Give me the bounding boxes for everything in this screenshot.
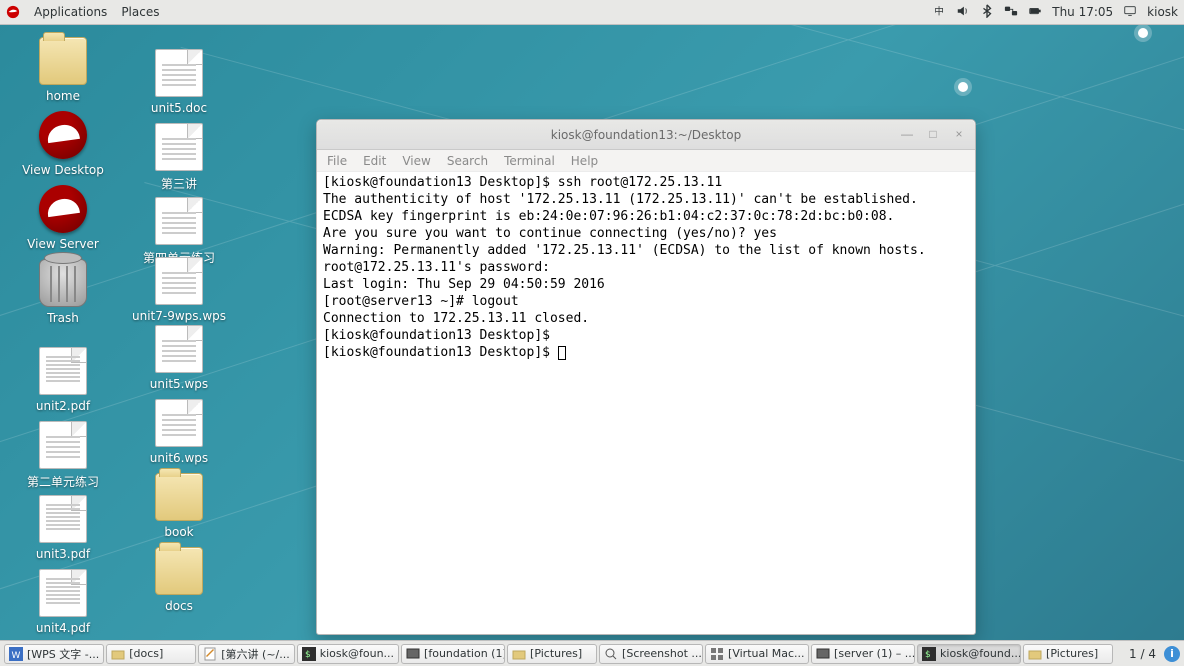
icon-label: View Server bbox=[27, 237, 99, 251]
task-label: [Screenshot ... bbox=[622, 647, 702, 660]
icon-label: book bbox=[164, 525, 193, 539]
desktop-icon-docs[interactable]: docs bbox=[130, 547, 228, 613]
task-label: kiosk@foun... bbox=[320, 647, 394, 660]
icon-label: unit2.pdf bbox=[36, 399, 90, 413]
desktop-icon-book[interactable]: book bbox=[130, 473, 228, 539]
terminal-titlebar[interactable]: kiosk@foundation13:~/Desktop — □ × bbox=[317, 120, 975, 150]
clock[interactable]: Thu 17:05 bbox=[1052, 5, 1113, 19]
icon-label: unit3.pdf bbox=[36, 547, 90, 561]
desktop-icon-unit5-wps[interactable]: unit5.wps bbox=[130, 325, 228, 391]
desktop-icon-unit7-9[interactable]: unit7-9wps.wps bbox=[130, 257, 228, 323]
icon-label: unit6.wps bbox=[150, 451, 208, 465]
task-docs[interactable]: [docs] bbox=[106, 644, 196, 664]
notification-info-icon[interactable]: i bbox=[1164, 646, 1180, 662]
task-label: [Pictures] bbox=[530, 647, 582, 660]
image-viewer-icon bbox=[604, 647, 618, 661]
task-pictures-1[interactable]: [Pictures] bbox=[507, 644, 597, 664]
desktop-icon-unit2-exercise[interactable]: 第二单元练习 bbox=[14, 421, 112, 490]
virt-manager-icon bbox=[710, 647, 724, 661]
task-label: [foundation (1) ... bbox=[424, 647, 505, 660]
workspace-indicator[interactable]: 1 / 4 bbox=[1123, 647, 1162, 661]
task-label: [Virtual Mac... bbox=[728, 647, 805, 660]
distro-logo-icon bbox=[6, 5, 20, 19]
menu-search[interactable]: Search bbox=[447, 154, 488, 168]
icon-label: 第二单元练习 bbox=[27, 475, 99, 489]
task-label: [WPS 文字 -... bbox=[27, 646, 99, 662]
desktop[interactable]: home View Desktop View Server Trash unit… bbox=[0, 25, 1184, 640]
icon-label: unit7-9wps.wps bbox=[132, 309, 226, 323]
vm-icon bbox=[406, 647, 420, 661]
text-editor-icon bbox=[203, 647, 217, 661]
applications-menu[interactable]: Applications bbox=[34, 5, 107, 19]
terminal-title: kiosk@foundation13:~/Desktop bbox=[551, 128, 741, 142]
desktop-icon-unit6-wps[interactable]: unit6.wps bbox=[130, 399, 228, 465]
menu-edit[interactable]: Edit bbox=[363, 154, 386, 168]
menu-view[interactable]: View bbox=[402, 154, 430, 168]
desktop-icon-unit2-pdf[interactable]: unit2.pdf bbox=[14, 347, 112, 413]
icon-label: unit4.pdf bbox=[36, 621, 90, 635]
task-server[interactable]: [server (1) – ... bbox=[811, 644, 915, 664]
bottom-panel: W [WPS 文字 -... [docs] [第六讲 (~/... $ kiosk@… bbox=[0, 640, 1184, 666]
terminal-icon: $ bbox=[302, 647, 316, 661]
icon-label: View Desktop bbox=[22, 163, 104, 177]
folder-icon bbox=[512, 647, 526, 661]
task-label: [Pictures] bbox=[1046, 647, 1098, 660]
folder-icon bbox=[111, 647, 125, 661]
minimize-button[interactable]: — bbox=[899, 126, 915, 142]
task-screenshot[interactable]: [Screenshot ... bbox=[599, 644, 703, 664]
user-monitor-icon bbox=[1123, 4, 1137, 21]
volume-icon[interactable] bbox=[956, 4, 970, 21]
task-label: [第六讲 (~/... bbox=[221, 646, 290, 662]
places-menu[interactable]: Places bbox=[121, 5, 159, 19]
desktop-icon-unit5-doc[interactable]: unit5.doc bbox=[130, 49, 228, 115]
folder-icon bbox=[1028, 647, 1042, 661]
vm-icon bbox=[816, 647, 830, 661]
menu-help[interactable]: Help bbox=[571, 154, 598, 168]
svg-text:中: 中 bbox=[934, 5, 944, 17]
desktop-icon-unit4-pdf[interactable]: unit4.pdf bbox=[14, 569, 112, 635]
task-label: kiosk@found... bbox=[940, 647, 1021, 660]
task-pictures-2[interactable]: [Pictures] bbox=[1023, 644, 1113, 664]
terminal-window[interactable]: kiosk@foundation13:~/Desktop — □ × File … bbox=[316, 119, 976, 635]
desktop-icon-trash[interactable]: Trash bbox=[14, 259, 112, 325]
icon-label: unit5.doc bbox=[151, 101, 207, 115]
svg-text:W: W bbox=[12, 651, 21, 661]
task-gedit[interactable]: [第六讲 (~/... bbox=[198, 644, 295, 664]
icon-label: docs bbox=[165, 599, 193, 613]
desktop-icon-unit4-exercise[interactable]: 第四单元练习 bbox=[130, 197, 228, 266]
desktop-icon-view-desktop[interactable]: View Desktop bbox=[14, 111, 112, 177]
battery-icon[interactable] bbox=[1028, 4, 1042, 21]
task-virt-manager[interactable]: [Virtual Mac... bbox=[705, 644, 809, 664]
desktop-icon-home[interactable]: home bbox=[14, 37, 112, 103]
desktop-icon-view-server[interactable]: View Server bbox=[14, 185, 112, 251]
icon-label: unit5.wps bbox=[150, 377, 208, 391]
task-wps[interactable]: W [WPS 文字 -... bbox=[4, 644, 104, 664]
close-button[interactable]: × bbox=[951, 126, 967, 142]
icon-label: Trash bbox=[47, 311, 79, 325]
wps-icon: W bbox=[9, 647, 23, 661]
svg-text:$: $ bbox=[305, 650, 311, 660]
desktop-icon-lecture3[interactable]: 第三讲 bbox=[130, 123, 228, 192]
input-method-icon[interactable]: 中 bbox=[932, 4, 946, 21]
bluetooth-icon[interactable] bbox=[980, 4, 994, 21]
terminal-menubar: File Edit View Search Terminal Help bbox=[317, 150, 975, 172]
icon-label: 第三讲 bbox=[161, 177, 197, 191]
desktop-icon-unit3-pdf[interactable]: unit3.pdf bbox=[14, 495, 112, 561]
task-label: [docs] bbox=[129, 647, 163, 660]
terminal-body[interactable]: [kiosk@foundation13 Desktop]$ ssh root@1… bbox=[317, 172, 975, 634]
top-panel: Applications Places 中 Thu 17:05 kiosk bbox=[0, 0, 1184, 25]
task-terminal-2[interactable]: $ kiosk@found... bbox=[917, 644, 1021, 664]
icon-label: home bbox=[46, 89, 80, 103]
svg-text:$: $ bbox=[925, 650, 931, 660]
network-icon[interactable] bbox=[1004, 4, 1018, 21]
menu-file[interactable]: File bbox=[327, 154, 347, 168]
task-foundation[interactable]: [foundation (1) ... bbox=[401, 644, 505, 664]
terminal-icon: $ bbox=[922, 647, 936, 661]
maximize-button[interactable]: □ bbox=[925, 126, 941, 142]
menu-terminal[interactable]: Terminal bbox=[504, 154, 555, 168]
task-label: [server (1) – ... bbox=[834, 647, 915, 660]
task-terminal-1[interactable]: $ kiosk@foun... bbox=[297, 644, 399, 664]
user-menu[interactable]: kiosk bbox=[1147, 5, 1178, 19]
